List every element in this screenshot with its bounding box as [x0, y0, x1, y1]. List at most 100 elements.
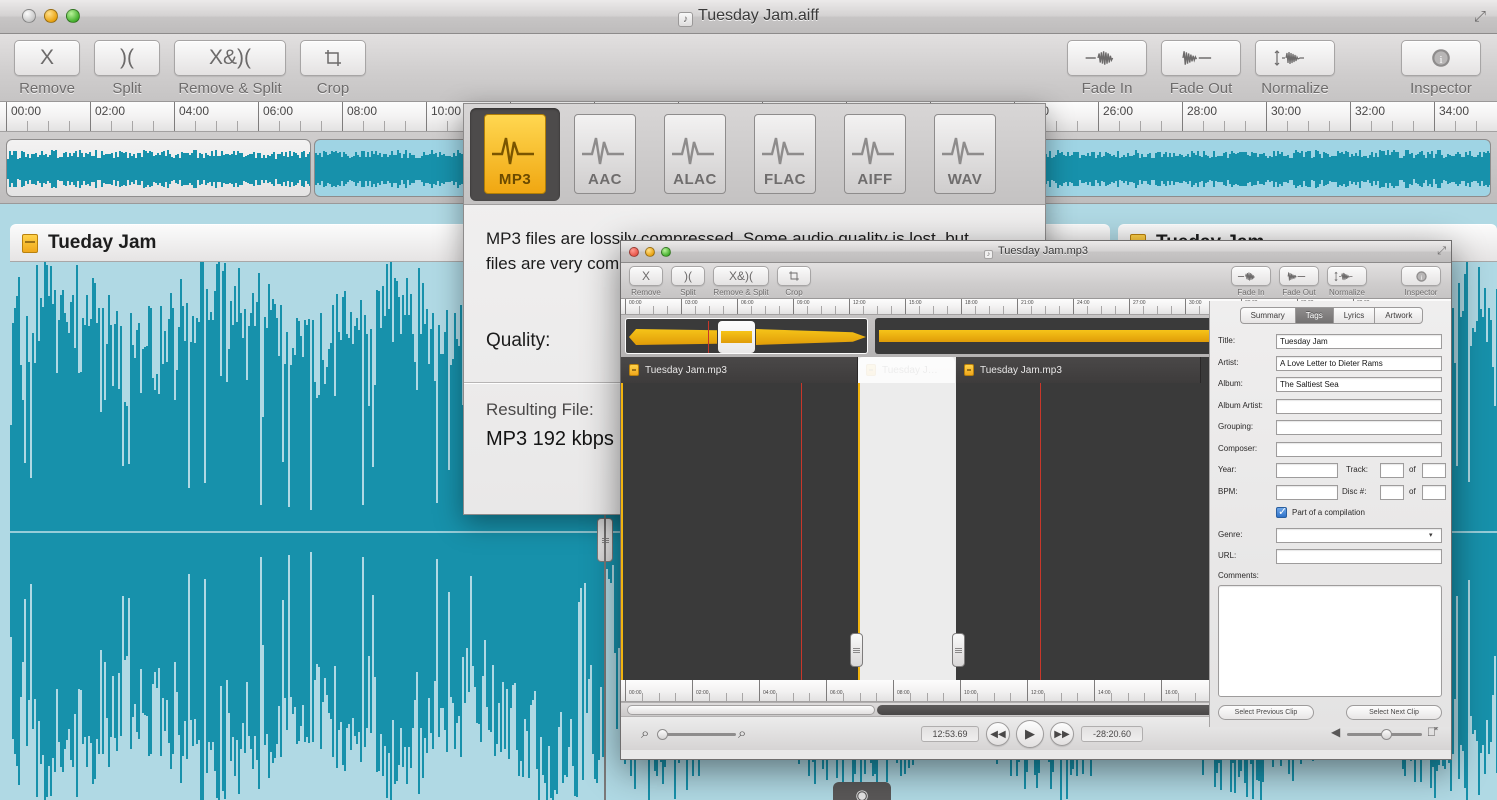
- inner-window: ♪ Tuesday Jam.mp3 ⤢ X Remove)(Split X&)(Rem…: [620, 240, 1452, 760]
- overview-playhead[interactable]: [708, 321, 709, 353]
- ruler-minor-tick: [993, 693, 995, 701]
- genre-dropdown-icon[interactable]: ▾: [1429, 531, 1433, 539]
- play-button[interactable]: ▶: [1016, 720, 1044, 748]
- format-option-alac[interactable]: ALAC: [650, 108, 740, 201]
- url-label: URL:: [1218, 551, 1237, 560]
- toolbar-button-remove[interactable]: X Remove: [629, 266, 663, 297]
- ruler-minor-tick: [1087, 306, 1088, 314]
- inner-clip-tab-1[interactable]: Tuesday Jam.mp3: [621, 357, 858, 383]
- toolbar-button-remove-split[interactable]: X&)(Remove & Split: [713, 266, 769, 297]
- ruler-minor-tick: [835, 306, 836, 314]
- ruler-minor-tick: [779, 306, 780, 314]
- format-option-aac[interactable]: AAC: [560, 108, 650, 201]
- overview-clip-a[interactable]: [6, 139, 311, 197]
- url-input[interactable]: [1276, 549, 1442, 564]
- ruler-minor-tick: [279, 121, 280, 131]
- toolbar-button-crop[interactable]: Crop: [300, 40, 366, 97]
- remaining-time-field[interactable]: -28:20.60: [1081, 726, 1143, 742]
- select-previous-clip-button[interactable]: Select Previous Clip: [1218, 704, 1314, 720]
- toolbar-button-remove[interactable]: X Remove: [14, 40, 80, 97]
- ruler-minor-tick: [1143, 306, 1144, 314]
- inspector-tab-lyrics[interactable]: Lyrics: [1332, 307, 1375, 324]
- close-button[interactable]: [22, 9, 36, 23]
- ruler-minor-tick: [48, 121, 49, 131]
- ruler-major-tick: [793, 299, 794, 314]
- ruler-minor-tick: [1003, 306, 1004, 314]
- compilation-checkbox[interactable]: [1276, 505, 1287, 519]
- volume-high-icon[interactable]: ◀⃰: [1427, 725, 1436, 739]
- toolbar-button-inspector[interactable]: i Inspector: [1401, 266, 1441, 297]
- zoom-in-icon[interactable]: ⌕: [738, 725, 746, 742]
- ruler-major-tick: [90, 102, 91, 131]
- bpm-input[interactable]: [1276, 484, 1338, 500]
- inner-playhead-2[interactable]: [1040, 383, 1041, 680]
- volume-slider-knob[interactable]: [1381, 729, 1392, 740]
- genre-combobox[interactable]: [1276, 527, 1442, 543]
- inspector-field-input[interactable]: [1276, 420, 1442, 435]
- toolbar-button-normalize[interactable]: Normalize: [1327, 266, 1367, 297]
- fast-forward-button[interactable]: ▶▶: [1050, 722, 1074, 746]
- ruler-tick-label: 04:00: [179, 104, 210, 118]
- compilation-label: Part of a compilation: [1292, 508, 1365, 517]
- fullscreen-icon[interactable]: ⤢: [1471, 8, 1489, 26]
- minimize-button[interactable]: [44, 9, 58, 23]
- inner-split-handle-left[interactable]: [850, 633, 863, 667]
- year-input[interactable]: [1276, 463, 1338, 478]
- toolbar-button-crop[interactable]: Crop: [777, 266, 811, 297]
- ruler-minor-tick: [742, 693, 744, 701]
- fade-out-icon: [1161, 40, 1241, 76]
- toolbar-button-label: Remove: [631, 288, 661, 297]
- disc-input[interactable]: [1380, 484, 1404, 500]
- ruler-minor-tick: [1177, 693, 1179, 701]
- toolbar-button-fade-in[interactable]: Fade In: [1067, 40, 1147, 97]
- inspector-field-input[interactable]: Tuesday Jam: [1276, 334, 1442, 349]
- track-input[interactable]: [1380, 463, 1404, 478]
- toolbar-button-inspector[interactable]: i Inspector: [1401, 40, 1481, 97]
- toolbar-button-normalize[interactable]: Normalize: [1255, 40, 1335, 97]
- inner-zoom-button[interactable]: [661, 247, 671, 257]
- zoom-out-icon[interactable]: ⌕: [641, 725, 649, 742]
- overview-seg-gap-wave: [721, 331, 752, 343]
- ruler-minor-tick: [1077, 121, 1078, 131]
- inner-clip-tab-3[interactable]: Tuesday Jam.mp3: [956, 357, 1201, 383]
- toolbar-button-fade-in[interactable]: Fade In: [1231, 266, 1271, 297]
- inspector-field-input[interactable]: [1276, 398, 1442, 414]
- zoom-button[interactable]: [66, 9, 80, 23]
- toolbar-button-split[interactable]: )(Split: [671, 266, 705, 297]
- disc-of-input[interactable]: [1422, 484, 1446, 500]
- rewind-button[interactable]: ◀◀: [986, 722, 1010, 746]
- ruler-major-tick: [258, 102, 259, 131]
- inspector-tab-tags[interactable]: Tags: [1294, 307, 1333, 324]
- zoom-slider-knob[interactable]: [657, 729, 668, 740]
- elapsed-time-field[interactable]: 12:53.69: [921, 726, 979, 742]
- format-option-mp3[interactable]: MP3: [470, 107, 560, 201]
- inner-close-button[interactable]: [629, 247, 639, 257]
- inner-fullscreen-icon[interactable]: ⤢: [1437, 245, 1446, 258]
- format-extension-label: ALAC: [673, 171, 717, 188]
- ruler-minor-tick: [153, 121, 154, 131]
- zoom-slider-track[interactable]: [661, 733, 736, 736]
- toolbar-button-split[interactable]: )(Split: [94, 40, 160, 97]
- select-next-clip-button[interactable]: Select Next Clip: [1346, 704, 1442, 720]
- main-bottom-badge[interactable]: ◉: [833, 782, 891, 800]
- format-option-aiff[interactable]: AIFF: [830, 108, 920, 201]
- ruler-major-tick: [681, 299, 682, 314]
- scrollbar-thumb[interactable]: [627, 705, 875, 715]
- inspector-field-input[interactable]: A Love Letter to Dieter Rams: [1276, 355, 1442, 371]
- volume-low-icon[interactable]: ◀: [1331, 725, 1340, 739]
- inner-minimize-button[interactable]: [645, 247, 655, 257]
- overview-segment-selected[interactable]: [625, 318, 868, 354]
- toolbar-button-fade-out[interactable]: Fade Out: [1279, 266, 1319, 297]
- inspector-field-input[interactable]: The Saltiest Sea: [1276, 377, 1442, 392]
- toolbar-button-fade-out[interactable]: Fade Out: [1161, 40, 1241, 97]
- format-option-flac[interactable]: FLAC: [740, 108, 830, 201]
- inner-playhead[interactable]: [801, 383, 802, 680]
- inspector-tab-artwork[interactable]: Artwork: [1374, 307, 1424, 324]
- inner-split-handle-right[interactable]: [952, 633, 965, 667]
- inspector-field-input[interactable]: [1276, 441, 1442, 457]
- track-of-input[interactable]: [1422, 463, 1446, 478]
- toolbar-button-remove-split[interactable]: X&)(Remove & Split: [174, 40, 286, 97]
- inspector-tab-summary[interactable]: Summary: [1239, 307, 1295, 324]
- comments-textarea[interactable]: [1218, 584, 1442, 697]
- format-option-wav[interactable]: WAV: [920, 108, 1010, 201]
